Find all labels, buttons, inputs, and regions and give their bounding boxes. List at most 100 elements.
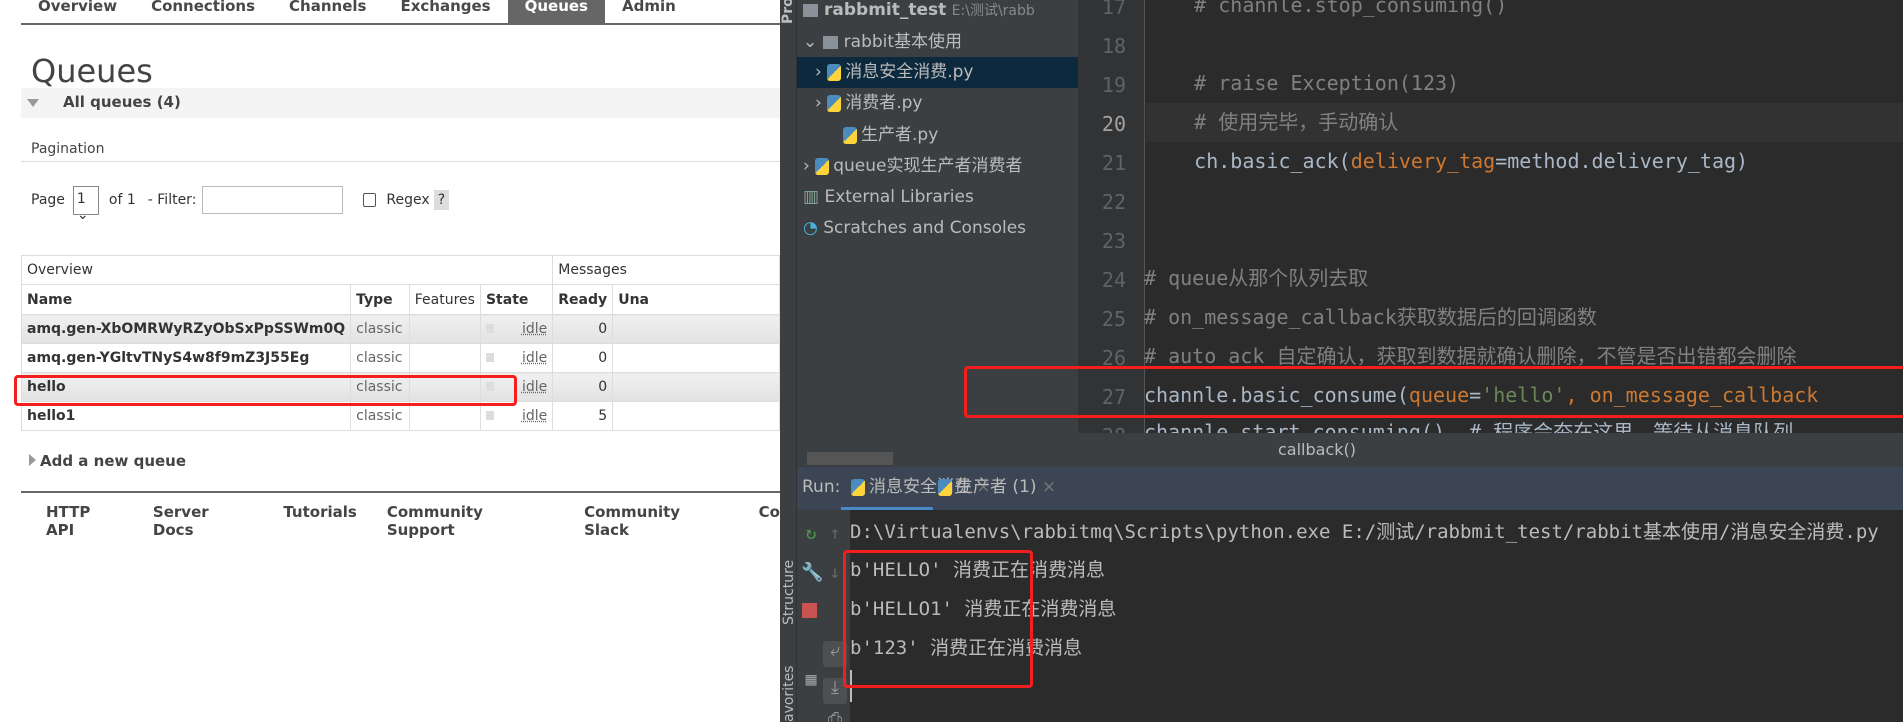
- horizontal-scrollbar[interactable]: [807, 452, 893, 465]
- queue-ready: 0: [552, 314, 614, 344]
- tree-item-project[interactable]: rabbmit_test E:\测试\rabb: [803, 0, 1035, 26]
- all-queues-toggle[interactable]: All queues (4): [21, 88, 780, 118]
- nav-channels[interactable]: Channels: [272, 0, 383, 23]
- table-row[interactable]: amq.gen-YGltvTNyS4w8f9mZ3J55Eg classic idl…: [20, 343, 780, 373]
- folder-icon: [803, 3, 818, 17]
- rerun-icon[interactable]: ↻: [801, 524, 821, 544]
- chevron-down-icon[interactable]: ⌄: [803, 32, 823, 52]
- footer-link-http-api[interactable]: HTTP API: [46, 503, 123, 539]
- tree-label: 消息安全消费.py: [845, 62, 974, 82]
- line-number: 18: [1101, 34, 1126, 58]
- run-tab[interactable]: 生产者 (1) ×: [938, 467, 1056, 510]
- tree-path-hint: E:\测试\rabb: [951, 3, 1035, 19]
- expand-triangle-icon[interactable]: [29, 454, 36, 466]
- col-name[interactable]: Name: [20, 284, 352, 315]
- queue-type: classic: [350, 314, 410, 344]
- footer-divider: [21, 491, 780, 493]
- regex-checkbox[interactable]: [363, 193, 377, 207]
- queue-features: [408, 314, 481, 344]
- footer-links: HTTP API Server Docs Tutorials Community…: [46, 503, 780, 539]
- group-header-messages: Messages: [552, 255, 780, 285]
- close-icon[interactable]: ×: [1042, 477, 1056, 497]
- tree-item-file[interactable]: › queue实现生产者消费者: [803, 151, 1022, 182]
- queue-ready: 0: [552, 372, 614, 402]
- tree-label: 消费者.py: [845, 93, 923, 113]
- code-line: # queue从那个队列去取: [1144, 266, 1369, 290]
- table-row[interactable]: amq.gen-XbOMRWyRZyObSxPpSSWm0Q classic idl…: [20, 314, 780, 344]
- tree-item-libraries[interactable]: ▥ External Libraries: [803, 182, 974, 213]
- add-queue-toggle[interactable]: Add a new queue: [40, 452, 186, 470]
- arrow-up-icon[interactable]: ↑: [825, 524, 845, 544]
- footer-link-community-slack[interactable]: Community Slack: [584, 503, 729, 539]
- page-label: Page: [31, 192, 65, 208]
- code-line: # raise Exception(123): [1146, 71, 1460, 95]
- scratches-icon: ◔: [803, 218, 824, 238]
- project-tool-tab[interactable]: Pro: [780, 0, 796, 24]
- col-ready[interactable]: Ready: [552, 284, 614, 315]
- tree-item-file[interactable]: › 消费者.py: [815, 88, 922, 119]
- layout-icon[interactable]: ▦: [801, 670, 821, 690]
- divider: [21, 161, 780, 162]
- queue-ready: 0: [552, 343, 614, 373]
- footer-link-community-support[interactable]: Community Support: [387, 503, 554, 539]
- regex-help-button[interactable]: ?: [433, 190, 450, 210]
- tree-item-file-selected[interactable]: › 消息安全消费.py: [797, 57, 1078, 88]
- nav-connections[interactable]: Connections: [134, 0, 272, 23]
- tree-label: rabbmit_test: [824, 0, 947, 20]
- print-icon[interactable]: ⎙: [825, 710, 845, 722]
- tree-item-scratches[interactable]: ◔ Scratches and Consoles: [803, 213, 1026, 244]
- footer-link-server-docs[interactable]: Server Docs: [153, 503, 253, 539]
- pagination-row: Page 1 ⌄ of 1 - Filter: Regex ?: [31, 185, 450, 223]
- nav-queues[interactable]: Queues: [507, 0, 605, 23]
- chevron-right-icon[interactable]: ›: [815, 93, 827, 113]
- queue-name[interactable]: amq.gen-XbOMRWyRZyObSxPpSSWm0Q: [20, 314, 352, 344]
- tab-label: 生产者 (1): [956, 477, 1037, 497]
- col-state[interactable]: State: [479, 284, 554, 315]
- python-file-icon: [843, 126, 857, 144]
- run-tab-bar: Run: 消息安全消费 × 生产者 (1) ×: [797, 467, 1903, 510]
- footer-link-tutorials[interactable]: Tutorials: [283, 503, 356, 539]
- tree-item-folder[interactable]: ⌄ rabbit基本使用: [803, 27, 962, 58]
- footer-link-more[interactable]: Co: [759, 503, 780, 539]
- queue-name[interactable]: amq.gen-YGltvTNyS4w8f9mZ3J55Eg: [20, 343, 352, 373]
- col-unacked[interactable]: Una: [612, 284, 780, 315]
- nav-exchanges[interactable]: Exchanges: [383, 0, 507, 23]
- tree-label: queue实现生产者消费者: [833, 156, 1023, 176]
- structure-tool-tab[interactable]: Structure: [781, 560, 797, 625]
- stop-icon[interactable]: [802, 603, 817, 618]
- chevron-right-icon[interactable]: ›: [803, 156, 815, 176]
- nav-overview[interactable]: Overview: [21, 0, 134, 23]
- queue-ready: 5: [552, 401, 614, 431]
- line-number: 21: [1101, 151, 1126, 175]
- chevron-right-icon[interactable]: ›: [815, 62, 827, 82]
- wrench-icon[interactable]: 🔧: [801, 563, 823, 583]
- left-tool-strip: Pro Structure avorites: [780, 0, 797, 722]
- python-file-icon: [815, 157, 830, 175]
- tree-item-file[interactable]: 生产者.py: [843, 120, 938, 151]
- line-number: 17: [1101, 0, 1126, 19]
- python-file-icon: [827, 94, 842, 112]
- favorites-tool-tab[interactable]: avorites: [781, 666, 797, 722]
- code-line-current: # 使用完毕，手动确认: [1146, 103, 1903, 142]
- filter-input[interactable]: [202, 186, 344, 214]
- col-type[interactable]: Type: [350, 284, 410, 315]
- python-icon: [851, 478, 865, 496]
- code-line: ch.basic_ack(delivery_tag=method.deliver…: [1146, 149, 1749, 173]
- arrow-down-icon[interactable]: ↓: [825, 563, 845, 583]
- parameter-tooltip: callback(): [1078, 433, 1903, 467]
- page-select[interactable]: 1 ⌄: [72, 185, 99, 223]
- line-number: 23: [1101, 229, 1126, 253]
- line-number: 20: [1101, 112, 1126, 136]
- queue-state: idle: [521, 379, 548, 395]
- line-number: 22: [1101, 190, 1126, 214]
- queue-state: idle: [521, 350, 548, 366]
- regex-label: Regex: [386, 192, 430, 208]
- console-line: D:\Virtualenvs\rabbitmq\Scripts\python.e…: [850, 521, 1879, 543]
- run-tab-active[interactable]: 消息安全消费 ×: [841, 467, 991, 510]
- nav-admin[interactable]: Admin: [605, 0, 693, 23]
- collapse-triangle-icon[interactable]: [27, 99, 39, 107]
- queue-state: idle: [521, 408, 548, 424]
- rabbitmq-management-page: Overview Connections Channels Exchanges …: [0, 0, 780, 722]
- queue-type: classic: [350, 343, 410, 373]
- line-number: 24: [1101, 268, 1126, 292]
